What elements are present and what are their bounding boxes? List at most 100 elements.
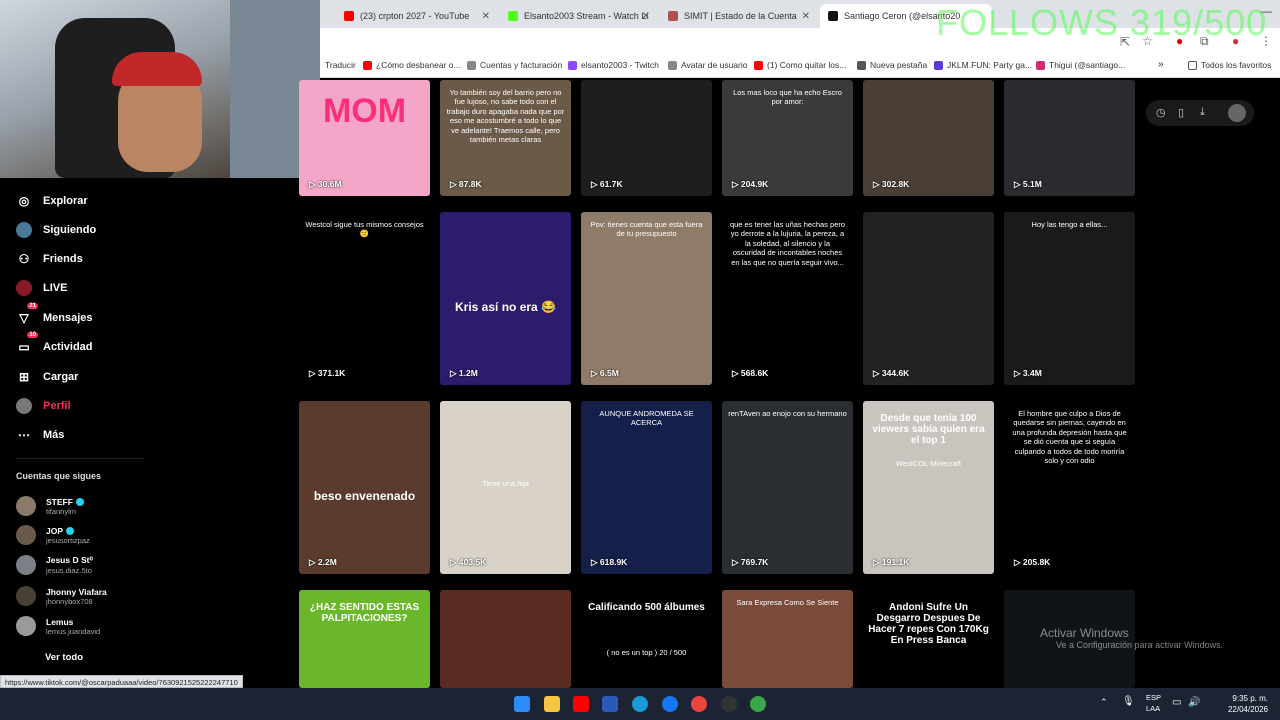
video-card[interactable]: ▷ 302.8K — [863, 80, 994, 196]
video-view-count: ▷ 302.8K — [873, 179, 909, 190]
video-view-count: ▷ 191.1K — [873, 557, 909, 568]
sidebar-item-siguiendo[interactable]: Siguiendo — [16, 222, 96, 238]
see-all-link[interactable]: Ver todo — [45, 652, 83, 663]
video-card[interactable]: Los mas loco que ha echo Escro por amor:… — [722, 80, 853, 196]
activation-title: Activar Windows — [1040, 626, 1129, 640]
compass-icon: ◎ — [18, 194, 30, 208]
video-card[interactable]: El hombre que culpo a Dios de quedarse s… — [1004, 401, 1135, 574]
bookmark-item[interactable]: Thigui (@santiago... — [1036, 60, 1125, 70]
video-view-count: ▷ 205.8K — [1014, 557, 1050, 568]
facebook-icon[interactable] — [662, 696, 678, 712]
notification-badge: 21 — [27, 303, 38, 309]
divider — [16, 458, 144, 459]
youtube-icon[interactable] — [573, 696, 589, 712]
following-account[interactable]: STEFF tifannylm — [16, 496, 84, 516]
all-bookmarks-folder[interactable]: Todos los favoritos — [1188, 60, 1271, 70]
video-card[interactable]: MOM ▷ 30.6M — [299, 80, 430, 196]
sidebar-item-explorar[interactable]: ◎ Explorar — [16, 193, 88, 209]
video-card[interactable]: Andoni Sufre Un Desgarro Despues De Hace… — [863, 590, 994, 688]
video-card[interactable]: Hoy las tengo a ellas... ▷ 3.4M — [1004, 212, 1135, 385]
video-card[interactable]: Desde que tenía 100 viewers sabía quien … — [863, 401, 994, 574]
following-account[interactable]: Jhonny Viafara jhonnybox708 — [16, 586, 107, 606]
view-count-value: 403.5K — [458, 557, 487, 567]
verified-badge-icon — [66, 527, 75, 536]
browser-tab-kick[interactable]: Elsanto2003 Stream - Watch Li ✕ — [500, 4, 656, 28]
close-icon[interactable]: ✕ — [482, 11, 490, 22]
bookmark-label: Nueva pestaña — [870, 60, 928, 70]
following-account[interactable]: Jesus D St⁰ jesus.diaz.5to — [16, 555, 93, 575]
view-count-value: 3.4M — [1022, 368, 1042, 378]
video-card[interactable]: AUNQUE ANDROMEDA SE ACERCA ▷ 618.9K — [581, 401, 712, 574]
following-section-header: Cuentas que sigues — [16, 471, 102, 481]
sidebar-item-perfil[interactable]: Perfil — [16, 398, 71, 414]
upload-icon: ⊞ — [18, 370, 30, 384]
video-card[interactable] — [440, 590, 571, 688]
sidebar-item-cargar[interactable]: ⊞ Cargar — [16, 369, 79, 385]
youtube-icon — [344, 11, 354, 21]
input-language[interactable]: ESP LAA — [1146, 693, 1161, 714]
bookmark-label: Thigui (@santiago... — [1049, 60, 1126, 70]
close-icon[interactable]: ✕ — [642, 11, 650, 22]
video-card[interactable]: Kris así no era 😂 ▷ 1.2M — [440, 212, 571, 385]
start-icon[interactable] — [514, 696, 530, 712]
sidebar-item-label: Siguiendo — [43, 224, 97, 236]
video-card[interactable]: Westcol sigue tus mismos consejos 😕 ▷ 371… — [299, 212, 430, 385]
video-card[interactable]: Sara Expresa Como Se Siente — [722, 590, 853, 688]
video-card[interactable]: renTAven ao enojo con su hermano ▷ 769.7K — [722, 401, 853, 574]
phone-icon[interactable]: ▯ — [1178, 106, 1184, 119]
sidebar-item-mas[interactable]: ⋯ Más — [16, 427, 64, 443]
bookmark-item[interactable]: elsanto2003 - Twitch — [568, 60, 659, 70]
video-card[interactable]: ¿HAZ SENTIDO ESTAS PALPITACIONES? — [299, 590, 430, 688]
bookmark-item[interactable]: Cuentas y facturación — [467, 60, 562, 70]
download-icon[interactable]: ⤓ — [1200, 106, 1205, 119]
volume-icon[interactable]: 🔊 — [1188, 697, 1200, 708]
sidebar-item-mensajes[interactable]: ▽ 21 Mensajes — [16, 303, 93, 326]
store-icon[interactable] — [602, 696, 618, 712]
video-card[interactable]: Yo también soy del barrio pero no fue lu… — [440, 80, 571, 196]
system-clock[interactable]: 9:35 p. m. 22/04/2026 — [1228, 693, 1268, 715]
video-view-count: ▷ 1.2M — [450, 368, 478, 379]
view-count-value: 302.8K — [881, 179, 910, 189]
timer-icon[interactable]: ◷ — [1156, 106, 1166, 119]
edge-icon[interactable] — [632, 696, 648, 712]
chrome-icon[interactable] — [691, 696, 707, 712]
video-view-count: ▷ 403.5K — [450, 557, 486, 568]
microphone-icon[interactable]: 🎙 — [1122, 696, 1135, 707]
file-explorer-icon[interactable] — [544, 696, 560, 712]
video-card[interactable]: ▷ 61.7K — [581, 80, 712, 196]
video-card[interactable]: ▷ 344.6K — [863, 212, 994, 385]
bookmark-item[interactable]: JKLM.FUN: Party ga... — [934, 60, 1032, 70]
obs-icon[interactable] — [721, 696, 737, 712]
video-caption-text: Hoy las tengo a ellas... — [1031, 220, 1108, 229]
sidebar-item-friends[interactable]: ⚇ Friends — [16, 251, 83, 267]
video-card[interactable]: Pov: tienes cuenta que esta fuera de tu … — [581, 212, 712, 385]
browser-tab-youtube[interactable]: (23) crpton 2027 - YouTube ✕ — [336, 4, 496, 28]
video-card[interactable]: que es tener las uñas hechas pero yo der… — [722, 212, 853, 385]
bookmarks-bar: Traducir ¿Cómo desbanear o... Cuentas y … — [320, 56, 1280, 78]
video-caption-text: Tiene una hija — [482, 479, 529, 488]
avatar[interactable] — [1228, 104, 1246, 122]
video-card[interactable]: beso envenenado ▷ 2.2M — [299, 401, 430, 574]
chevron-right-icon[interactable]: » — [1158, 59, 1164, 70]
following-account[interactable]: Lemus lemus.juandavid — [16, 616, 100, 636]
video-card[interactable]: Tiene una hija ▷ 403.5K — [440, 401, 571, 574]
sidebar-item-live[interactable]: LIVE — [16, 280, 67, 296]
sidebar-item-actividad[interactable]: ▭ 10 Actividad — [16, 332, 93, 355]
chevron-up-icon[interactable]: ⌃ — [1100, 697, 1108, 708]
bookmark-item[interactable]: Avatar de usuario — [668, 60, 747, 70]
view-count-value: 6.5M — [599, 368, 619, 378]
bookmark-item[interactable]: Nueva pestaña — [857, 60, 927, 70]
close-icon[interactable]: ✕ — [802, 11, 810, 22]
video-caption-text: que es tener las uñas hechas pero yo der… — [729, 220, 846, 267]
video-card[interactable]: ▷ 5.1M — [1004, 80, 1135, 196]
network-icon[interactable]: ▭ — [1172, 697, 1181, 708]
bookmark-item[interactable]: ¿Cómo desbanear o... — [363, 60, 461, 70]
play-icon: ▷ — [732, 368, 741, 378]
sidebar-item-label: Mensajes — [43, 312, 93, 324]
following-account[interactable]: JOP jesusortizpaz — [16, 525, 90, 545]
bookmark-item[interactable]: (1) Como quitar los... — [754, 60, 846, 70]
app-icon[interactable] — [750, 696, 766, 712]
bookmark-item[interactable]: Traducir — [325, 60, 356, 70]
browser-tab-simit[interactable]: SIMIT | Estado de la Cuenta ✕ — [660, 4, 816, 28]
video-card[interactable]: Calificando 500 álbumes ( no es un top ) … — [581, 590, 712, 688]
